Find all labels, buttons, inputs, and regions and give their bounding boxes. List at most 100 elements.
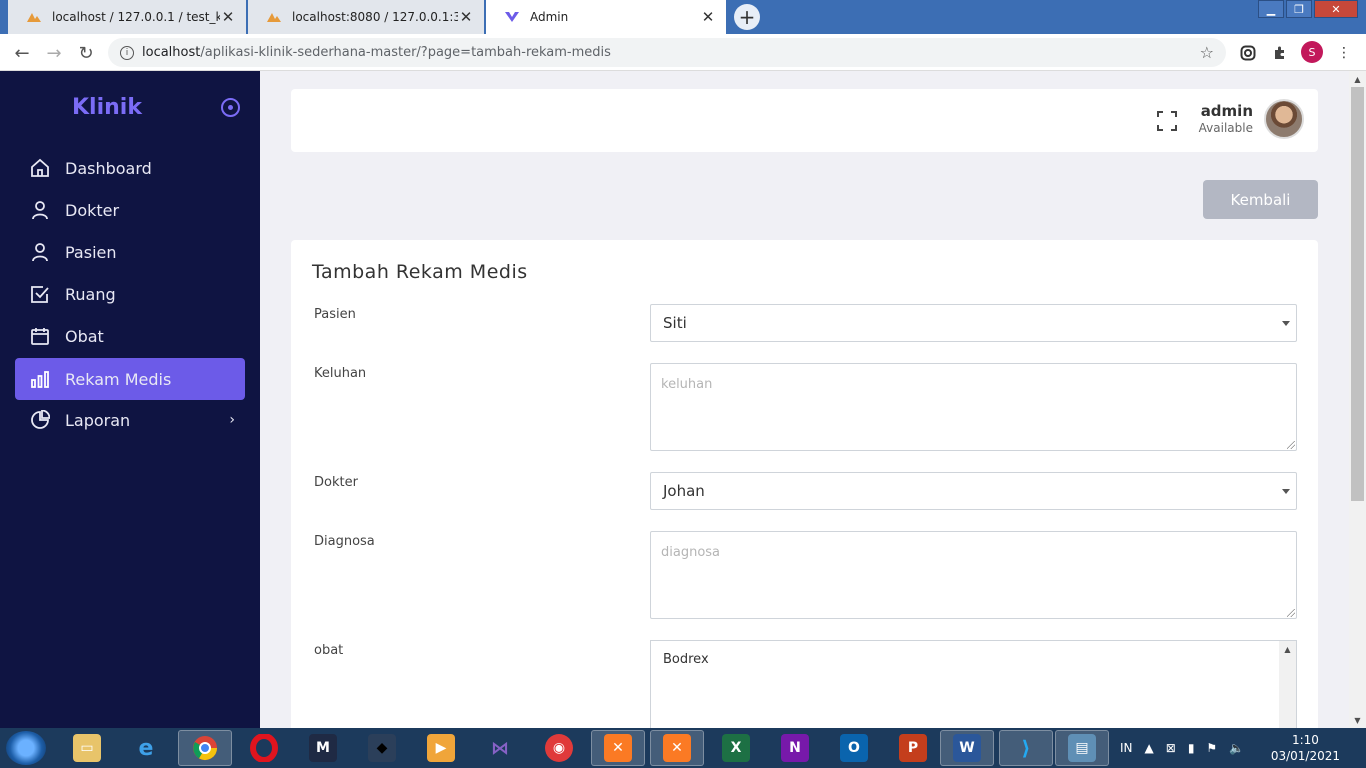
clock-time: 1:10 <box>1291 733 1319 747</box>
url-path: /aplikasi-klinik-sederhana-master/?page=… <box>200 45 611 60</box>
dropdown-caret-icon <box>1282 489 1290 494</box>
sidebar-item-label: Obat <box>65 326 104 346</box>
sidebar: Klinik Dashboard Dokter Pasien Ruang Oba… <box>0 71 260 728</box>
close-icon[interactable]: ✕ <box>458 8 474 26</box>
diagnosa-placeholder: diagnosa <box>661 545 721 560</box>
powerpoint-icon[interactable]: P <box>886 730 940 766</box>
bookmark-star-icon[interactable]: ☆ <box>1200 43 1214 62</box>
network-icon[interactable]: ⊠ <box>1166 741 1176 755</box>
sidebar-item-pasien[interactable]: Pasien <box>15 231 245 273</box>
sidebar-item-rekam-medis[interactable]: Rekam Medis <box>15 358 245 400</box>
forward-arrow-icon[interactable]: → <box>43 42 65 64</box>
vscode-icon[interactable]: ⟩ <box>999 730 1053 766</box>
browser-tab[interactable]: localhost / 127.0.0.1 / test_klinik | p … <box>8 0 246 34</box>
visual-studio-icon[interactable]: ⋈ <box>473 730 527 766</box>
word-icon[interactable]: W <box>940 730 994 766</box>
battery-icon[interactable]: ▮ <box>1188 741 1195 755</box>
fullscreen-icon[interactable] <box>1157 111 1177 131</box>
chrome-icon[interactable] <box>178 730 232 766</box>
volume-icon[interactable]: 🔈 <box>1229 741 1244 755</box>
tray-expand-icon[interactable]: ▲ <box>1145 741 1154 755</box>
taskbar-clock[interactable]: 1:10 03/01/2021 <box>1271 732 1340 764</box>
opera-icon[interactable] <box>237 730 291 766</box>
browser-tab-strip: localhost / 127.0.0.1 / test_klinik | p … <box>0 0 1366 34</box>
window-close-button[interactable]: ✕ <box>1314 0 1358 18</box>
extension-icon[interactable] <box>1237 42 1259 64</box>
sidebar-item-label: Pasien <box>65 242 117 262</box>
photos-app-icon[interactable]: ▤ <box>1055 730 1109 766</box>
dokter-label: Dokter <box>314 475 358 490</box>
scroll-down-arrow-icon[interactable]: ▼ <box>1349 712 1366 728</box>
language-indicator[interactable]: IN <box>1120 741 1133 755</box>
dokter-selected-value: Johan <box>663 482 705 500</box>
browser-toolbar: ← → ↻ i localhost/aplikasi-klinik-sederh… <box>0 34 1366 71</box>
keluhan-textarea[interactable]: keluhan <box>650 363 1297 451</box>
app-m-icon[interactable]: M <box>296 730 350 766</box>
resize-handle-icon[interactable] <box>1287 441 1295 449</box>
kembali-button[interactable]: Kembali <box>1203 180 1318 219</box>
pasien-select[interactable]: Siti <box>650 304 1297 342</box>
close-icon[interactable]: ✕ <box>700 8 716 26</box>
chevron-right-icon: › <box>229 412 235 428</box>
sidebar-item-label: Dokter <box>65 200 120 220</box>
user-icon <box>29 199 51 221</box>
sidebar-item-label: Dashboard <box>65 158 152 178</box>
sidebar-toggle-icon[interactable] <box>221 98 240 117</box>
phpmyadmin-icon <box>266 9 282 25</box>
diagnosa-textarea[interactable]: diagnosa <box>650 531 1297 619</box>
browser-tab[interactable]: localhost:8080 / 127.0.0.1:3307 | p ✕ <box>248 0 484 34</box>
user-name[interactable]: admin <box>1201 102 1253 120</box>
kebab-menu-icon[interactable]: ⋮ <box>1333 42 1355 64</box>
media-player-icon[interactable]: ▶ <box>414 730 468 766</box>
puzzle-extensions-icon[interactable] <box>1269 42 1291 64</box>
profile-avatar[interactable]: S <box>1301 41 1323 63</box>
obat-multiselect[interactable]: Bodrex ▲ <box>650 640 1297 740</box>
check-square-icon <box>29 283 51 305</box>
phpmyadmin-icon <box>26 9 42 25</box>
browser-tab-active[interactable]: Admin ✕ <box>486 0 726 34</box>
admin-logo-icon <box>504 9 520 25</box>
bar-chart-icon <box>29 368 51 390</box>
list-scroll-up-icon[interactable]: ▲ <box>1279 641 1296 740</box>
resize-handle-icon[interactable] <box>1287 609 1295 617</box>
inkscape-icon[interactable]: ◆ <box>355 730 409 766</box>
minimize-button[interactable]: ▁ <box>1258 0 1284 18</box>
camera-app-icon[interactable]: ◉ <box>532 730 586 766</box>
sidebar-item-dashboard[interactable]: Dashboard <box>15 147 245 189</box>
dokter-select[interactable]: Johan <box>650 472 1297 510</box>
tab-title: Admin <box>530 10 569 24</box>
windows-taskbar: ▭ e M ◆ ▶ ⋈ ◉ ✕ ✕ X N O P W ⟩ ▤ IN ▲ ⊠ ▮… <box>0 728 1366 768</box>
scroll-thumb[interactable] <box>1351 87 1364 501</box>
sidebar-item-laporan[interactable]: Laporan › <box>15 399 245 441</box>
start-button-icon[interactable] <box>6 731 46 765</box>
address-bar[interactable]: i localhost/aplikasi-klinik-sederhana-ma… <box>108 38 1226 67</box>
close-icon[interactable]: ✕ <box>220 8 236 26</box>
xampp-icon[interactable]: ✕ <box>591 730 645 766</box>
sidebar-item-ruang[interactable]: Ruang <box>15 273 245 315</box>
user-status: Available <box>1198 121 1253 135</box>
url-host: localhost <box>142 45 201 60</box>
brand-logo[interactable]: Klinik <box>72 95 142 120</box>
rekam-medis-form: Tambah Rekam Medis Pasien Siti Keluhan k… <box>291 240 1318 740</box>
scroll-up-arrow-icon[interactable]: ▲ <box>1349 71 1366 87</box>
avatar[interactable] <box>1264 99 1304 139</box>
keluhan-label: Keluhan <box>314 366 367 381</box>
list-item[interactable]: Bodrex <box>663 652 1284 667</box>
diagnosa-label: Diagnosa <box>314 534 375 549</box>
reload-icon[interactable]: ↻ <box>75 42 97 64</box>
sidebar-item-label: Laporan <box>65 410 131 430</box>
outlook-icon[interactable]: O <box>827 730 881 766</box>
info-icon[interactable]: i <box>120 45 134 60</box>
sidebar-item-dokter[interactable]: Dokter <box>15 189 245 231</box>
excel-icon[interactable]: X <box>709 730 763 766</box>
maximize-button[interactable]: ❐ <box>1286 0 1312 18</box>
action-center-icon[interactable]: ⚑ <box>1206 741 1217 755</box>
back-arrow-icon[interactable]: ← <box>11 42 33 64</box>
internet-explorer-icon[interactable]: e <box>119 730 173 766</box>
file-explorer-icon[interactable]: ▭ <box>60 730 114 766</box>
sidebar-item-obat[interactable]: Obat <box>15 315 245 357</box>
page-scrollbar[interactable]: ▲ ▼ <box>1349 71 1366 728</box>
xampp-icon[interactable]: ✕ <box>650 730 704 766</box>
new-tab-button[interactable]: + <box>734 4 760 30</box>
onenote-icon[interactable]: N <box>768 730 822 766</box>
